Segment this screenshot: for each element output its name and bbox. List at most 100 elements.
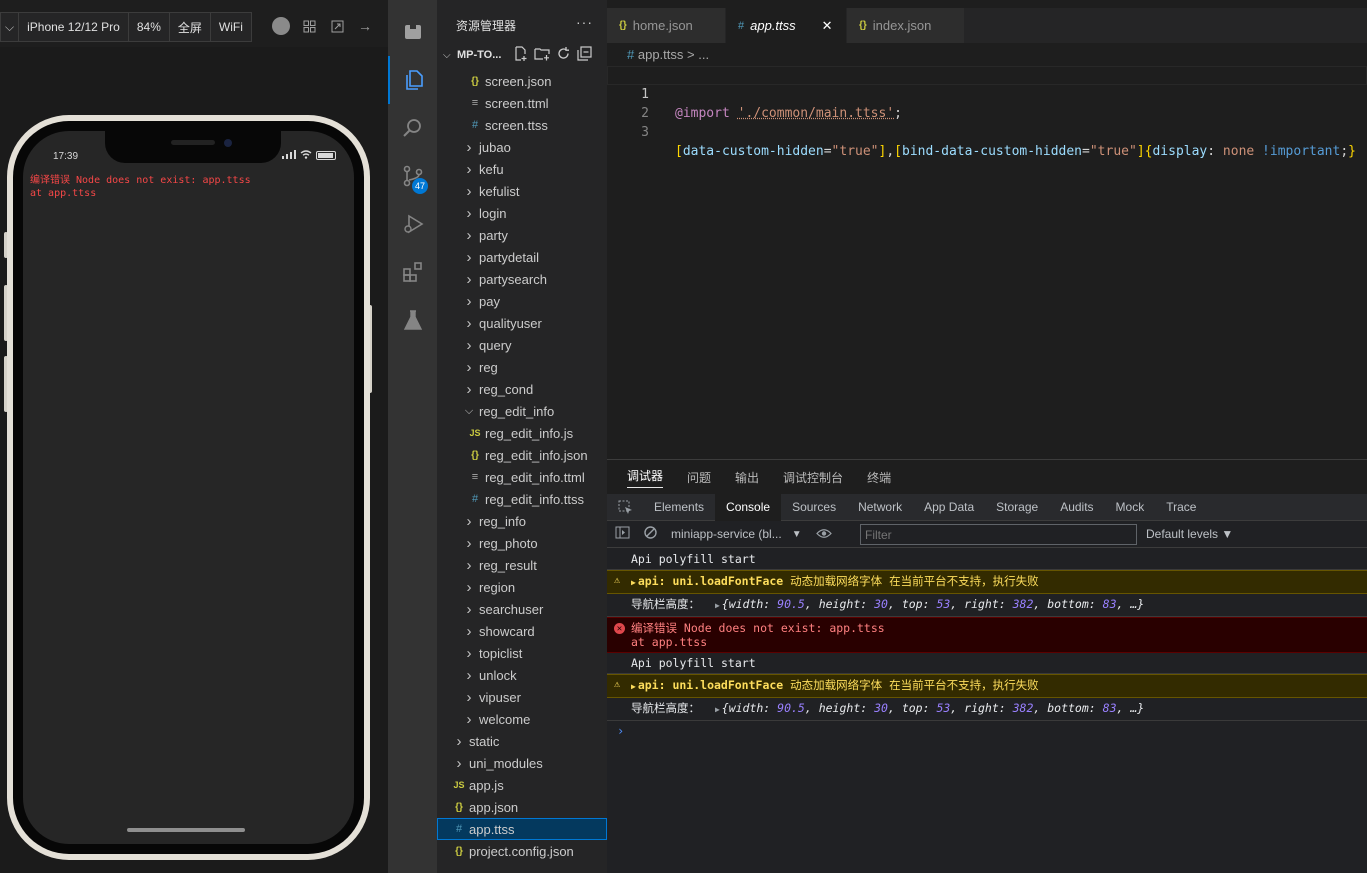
code-line[interactable]: 3 [data-custom-hidden="true"],[bind-data… bbox=[607, 104, 1367, 159]
search-icon[interactable] bbox=[388, 104, 437, 152]
file-tree-item[interactable]: › query bbox=[437, 334, 607, 356]
context-select[interactable]: miniapp-service (bl... bbox=[671, 527, 782, 541]
breadcrumb-file[interactable]: app.ttss bbox=[638, 47, 684, 62]
file-tree-item[interactable]: › reg_cond bbox=[437, 378, 607, 400]
inspect-element-icon[interactable] bbox=[607, 500, 643, 515]
explorer-icon[interactable] bbox=[388, 56, 437, 104]
flask-icon[interactable] bbox=[388, 296, 437, 344]
code-line[interactable]: 2 bbox=[607, 85, 1367, 121]
tab-problems[interactable]: 问题 bbox=[687, 469, 711, 486]
file-tree-item[interactable]: › login bbox=[437, 202, 607, 224]
file-tree-item[interactable]: › reg_info bbox=[437, 510, 607, 532]
close-icon[interactable]: ✕ bbox=[822, 18, 833, 34]
new-folder-icon[interactable] bbox=[534, 46, 551, 64]
new-file-icon[interactable] bbox=[513, 46, 528, 64]
file-tree-item[interactable]: › partysearch bbox=[437, 268, 607, 290]
more-actions-icon[interactable]: ··· bbox=[576, 14, 593, 30]
collapse-all-icon[interactable] bbox=[577, 46, 593, 64]
file-tree-item[interactable]: › uni_modules bbox=[437, 752, 607, 774]
expand-triangle-icon[interactable]: ▶ bbox=[631, 578, 636, 587]
file-tree-item[interactable]: › reg_photo bbox=[437, 532, 607, 554]
phone-screen[interactable]: 17:39 编译错误 Node does not exist: app.ttss… bbox=[23, 131, 354, 844]
tab-mock[interactable]: Mock bbox=[1105, 494, 1156, 521]
popout-icon[interactable] bbox=[328, 17, 346, 35]
breadcrumb-rest[interactable]: > ... bbox=[687, 47, 709, 62]
file-tree-item[interactable]: JS reg_edit_info.js bbox=[437, 422, 607, 444]
file-tree-item[interactable]: {} app.json bbox=[437, 796, 607, 818]
network-select[interactable]: WiFi bbox=[211, 13, 251, 41]
project-section-header[interactable]: ⌵ MP-TO... bbox=[437, 44, 607, 66]
file-tree-item[interactable]: › jubao bbox=[437, 136, 607, 158]
avatar[interactable] bbox=[272, 17, 290, 35]
file-tree-item[interactable]: JS app.js bbox=[437, 774, 607, 796]
file-tree-item[interactable]: › kefulist bbox=[437, 180, 607, 202]
log-levels-select[interactable]: Default levels ▼ bbox=[1146, 527, 1233, 541]
tab-storage[interactable]: Storage bbox=[985, 494, 1049, 521]
file-tree-item[interactable]: {} reg_edit_info.json bbox=[437, 444, 607, 466]
tab-app-ttss[interactable]: # app.ttss ✕ bbox=[726, 8, 847, 43]
clear-console-icon[interactable] bbox=[644, 526, 657, 542]
file-tree-item[interactable]: › vipuser bbox=[437, 686, 607, 708]
object-preview[interactable]: {width: 90.5, height: 30, top: 53, right… bbox=[722, 597, 1144, 611]
chevron-down-icon[interactable]: ⌵ bbox=[1, 13, 20, 41]
code-lines[interactable]: 1 @import './common/main.ttss'; 2 3 [dat… bbox=[607, 66, 1367, 159]
file-tree-item[interactable]: # screen.ttss bbox=[437, 114, 607, 136]
grid-icon[interactable] bbox=[300, 17, 318, 35]
file-tree-item[interactable]: › partydetail bbox=[437, 246, 607, 268]
tab-app-data[interactable]: App Data bbox=[913, 494, 985, 521]
filter-input[interactable] bbox=[860, 524, 1137, 545]
tab-output[interactable]: 输出 bbox=[735, 469, 759, 486]
tab-sources[interactable]: Sources bbox=[781, 494, 847, 521]
tab-debugger[interactable]: 调试器 bbox=[627, 467, 664, 488]
file-tree-item[interactable]: › reg_result bbox=[437, 554, 607, 576]
file-tree-item[interactable]: › topiclist bbox=[437, 642, 607, 664]
console-prompt[interactable]: › bbox=[607, 721, 1367, 741]
tab-network[interactable]: Network bbox=[847, 494, 913, 521]
file-tree-item[interactable]: # app.ttss bbox=[437, 818, 607, 840]
tab-terminal[interactable]: 终端 bbox=[867, 469, 891, 486]
tab-trace[interactable]: Trace bbox=[1155, 494, 1207, 521]
file-tree-item[interactable]: ≡ screen.ttml bbox=[437, 92, 607, 114]
sidebar-toggle-icon[interactable] bbox=[615, 526, 630, 542]
fullscreen-button[interactable]: 全屏 bbox=[170, 13, 211, 41]
file-tree-item[interactable]: {} project.config.json bbox=[437, 840, 607, 862]
file-tree-item[interactable]: › party bbox=[437, 224, 607, 246]
zoom-select[interactable]: 84% bbox=[129, 13, 170, 41]
tab-audits[interactable]: Audits bbox=[1049, 494, 1104, 521]
device-select[interactable]: iPhone 12/12 Pro bbox=[19, 13, 129, 41]
file-tree-item[interactable]: # reg_edit_info.ttss bbox=[437, 488, 607, 510]
file-tree-item[interactable]: › showcard bbox=[437, 620, 607, 642]
code-line[interactable]: 1 @import './common/main.ttss'; bbox=[607, 66, 1367, 121]
tab-debug-console[interactable]: 调试控制台 bbox=[783, 469, 843, 486]
file-tree-item[interactable]: › reg bbox=[437, 356, 607, 378]
file-tree-item[interactable]: › pay bbox=[437, 290, 607, 312]
extensions-icon[interactable] bbox=[388, 248, 437, 296]
refresh-icon[interactable] bbox=[556, 46, 571, 64]
expand-triangle-icon[interactable]: ▶ bbox=[631, 682, 636, 691]
file-tree-item[interactable]: › unlock bbox=[437, 664, 607, 686]
eye-icon[interactable] bbox=[815, 527, 832, 542]
arrow-right-icon[interactable]: → bbox=[356, 17, 374, 35]
simulator-toggle-icon[interactable] bbox=[388, 8, 437, 56]
explorer-panel: 资源管理器 ··· ⌵ MP-TO... {} screen.json ≡ scree… bbox=[437, 0, 607, 873]
source-control-icon[interactable]: 47 bbox=[388, 152, 437, 200]
expand-triangle-icon[interactable]: ▶ bbox=[715, 705, 720, 714]
run-debug-icon[interactable] bbox=[388, 200, 437, 248]
tab-elements[interactable]: Elements bbox=[643, 494, 715, 521]
chevron-down-icon[interactable]: ⌵ bbox=[443, 50, 455, 61]
file-tree-item[interactable]: › region bbox=[437, 576, 607, 598]
file-tree-item[interactable]: {} screen.json bbox=[437, 70, 607, 92]
tab-home-json[interactable]: {} home.json bbox=[607, 8, 726, 43]
object-preview[interactable]: {width: 90.5, height: 30, top: 53, right… bbox=[722, 701, 1144, 715]
file-tree-item[interactable]: › static bbox=[437, 730, 607, 752]
tab-index-json[interactable]: {} index.json bbox=[847, 8, 965, 43]
file-tree-item[interactable]: ⌵ reg_edit_info bbox=[437, 400, 607, 422]
chevron-down-icon[interactable]: ▼ bbox=[792, 529, 802, 540]
file-tree-item[interactable]: › welcome bbox=[437, 708, 607, 730]
file-tree-item[interactable]: ≡ reg_edit_info.ttml bbox=[437, 466, 607, 488]
file-tree-item[interactable]: › qualityuser bbox=[437, 312, 607, 334]
expand-triangle-icon[interactable]: ▶ bbox=[715, 601, 720, 610]
file-tree-item[interactable]: › searchuser bbox=[437, 598, 607, 620]
tab-console[interactable]: Console bbox=[715, 493, 782, 521]
file-tree-item[interactable]: › kefu bbox=[437, 158, 607, 180]
